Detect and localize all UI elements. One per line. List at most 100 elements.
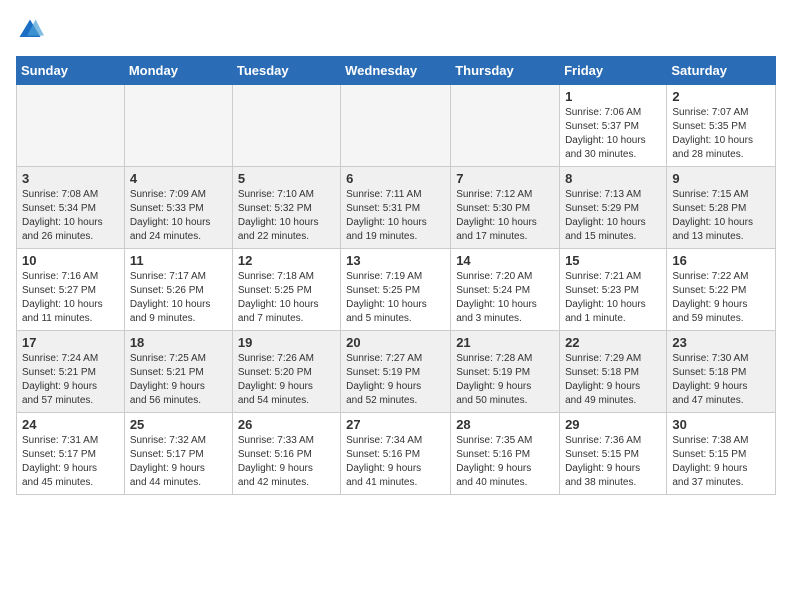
day-number: 10 xyxy=(22,253,119,268)
day-number: 21 xyxy=(456,335,554,350)
calendar-cell: 3 Sunrise: 7:08 AM Sunset: 5:34 PM Daylig… xyxy=(17,167,125,249)
day-info: Sunrise: 7:25 AM Sunset: 5:21 PM Dayligh… xyxy=(130,352,227,408)
day-number: 22 xyxy=(565,335,661,350)
day-info: Sunrise: 7:07 AM Sunset: 5:35 PM Dayligh… xyxy=(672,106,770,162)
day-info: Sunrise: 7:26 AM Sunset: 5:20 PM Dayligh… xyxy=(238,352,335,408)
day-info: Sunrise: 7:29 AM Sunset: 5:18 PM Dayligh… xyxy=(565,352,661,408)
day-info: Sunrise: 7:12 AM Sunset: 5:30 PM Dayligh… xyxy=(456,188,554,244)
calendar-cell xyxy=(341,85,451,167)
weekday-header-row: SundayMondayTuesdayWednesdayThursdayFrid… xyxy=(17,57,776,85)
day-number: 15 xyxy=(565,253,661,268)
day-number: 28 xyxy=(456,417,554,432)
calendar-cell: 1 Sunrise: 7:06 AM Sunset: 5:37 PM Daylig… xyxy=(560,85,667,167)
calendar-cell: 7 Sunrise: 7:12 AM Sunset: 5:30 PM Daylig… xyxy=(451,167,560,249)
day-info: Sunrise: 7:20 AM Sunset: 5:24 PM Dayligh… xyxy=(456,270,554,326)
day-number: 26 xyxy=(238,417,335,432)
weekday-header-monday: Monday xyxy=(124,57,232,85)
calendar-cell: 17Sunrise: 7:24 AM Sunset: 5:21 PM Dayli… xyxy=(17,331,125,413)
day-info: Sunrise: 7:33 AM Sunset: 5:16 PM Dayligh… xyxy=(238,434,335,490)
calendar: SundayMondayTuesdayWednesdayThursdayFrid… xyxy=(16,56,776,495)
day-info: Sunrise: 7:06 AM Sunset: 5:37 PM Dayligh… xyxy=(565,106,661,162)
day-number: 13 xyxy=(346,253,445,268)
calendar-cell: 27 Sunrise: 7:34 AM Sunset: 5:16 PM Dayli… xyxy=(341,413,451,495)
day-number: 2 xyxy=(672,89,770,104)
calendar-cell: 29 Sunrise: 7:36 AM Sunset: 5:15 PM Dayli… xyxy=(560,413,667,495)
page-header xyxy=(16,16,776,44)
calendar-week-row: 3 Sunrise: 7:08 AM Sunset: 5:34 PM Daylig… xyxy=(17,167,776,249)
day-number: 17 xyxy=(22,335,119,350)
day-number: 25 xyxy=(130,417,227,432)
day-number: 12 xyxy=(238,253,335,268)
day-info: Sunrise: 7:08 AM Sunset: 5:34 PM Dayligh… xyxy=(22,188,119,244)
day-info: Sunrise: 7:21 AM Sunset: 5:23 PM Dayligh… xyxy=(565,270,661,326)
day-info: Sunrise: 7:10 AM Sunset: 5:32 PM Dayligh… xyxy=(238,188,335,244)
calendar-cell: 18Sunrise: 7:25 AM Sunset: 5:21 PM Dayli… xyxy=(124,331,232,413)
calendar-cell xyxy=(232,85,340,167)
calendar-week-row: 24 Sunrise: 7:31 AM Sunset: 5:17 PM Dayli… xyxy=(17,413,776,495)
calendar-cell: 5 Sunrise: 7:10 AM Sunset: 5:32 PM Daylig… xyxy=(232,167,340,249)
weekday-header-tuesday: Tuesday xyxy=(232,57,340,85)
day-number: 27 xyxy=(346,417,445,432)
logo-icon xyxy=(16,16,44,44)
calendar-cell: 19 Sunrise: 7:26 AM Sunset: 5:20 PM Dayli… xyxy=(232,331,340,413)
day-number: 14 xyxy=(456,253,554,268)
day-info: Sunrise: 7:31 AM Sunset: 5:17 PM Dayligh… xyxy=(22,434,119,490)
calendar-cell: 12 Sunrise: 7:18 AM Sunset: 5:25 PM Dayli… xyxy=(232,249,340,331)
calendar-week-row: 1 Sunrise: 7:06 AM Sunset: 5:37 PM Daylig… xyxy=(17,85,776,167)
day-info: Sunrise: 7:18 AM Sunset: 5:25 PM Dayligh… xyxy=(238,270,335,326)
day-info: Sunrise: 7:35 AM Sunset: 5:16 PM Dayligh… xyxy=(456,434,554,490)
day-number: 16 xyxy=(672,253,770,268)
calendar-cell: 25 Sunrise: 7:32 AM Sunset: 5:17 PM Dayli… xyxy=(124,413,232,495)
calendar-cell xyxy=(17,85,125,167)
calendar-cell: 10 Sunrise: 7:16 AM Sunset: 5:27 PM Dayli… xyxy=(17,249,125,331)
day-info: Sunrise: 7:27 AM Sunset: 5:19 PM Dayligh… xyxy=(346,352,445,408)
day-number: 30 xyxy=(672,417,770,432)
day-info: Sunrise: 7:13 AM Sunset: 5:29 PM Dayligh… xyxy=(565,188,661,244)
calendar-cell: 2 Sunrise: 7:07 AM Sunset: 5:35 PM Daylig… xyxy=(667,85,776,167)
day-number: 24 xyxy=(22,417,119,432)
day-info: Sunrise: 7:36 AM Sunset: 5:15 PM Dayligh… xyxy=(565,434,661,490)
calendar-cell: 20 Sunrise: 7:27 AM Sunset: 5:19 PM Dayli… xyxy=(341,331,451,413)
day-number: 20 xyxy=(346,335,445,350)
day-info: Sunrise: 7:16 AM Sunset: 5:27 PM Dayligh… xyxy=(22,270,119,326)
day-info: Sunrise: 7:30 AM Sunset: 5:18 PM Dayligh… xyxy=(672,352,770,408)
day-info: Sunrise: 7:38 AM Sunset: 5:15 PM Dayligh… xyxy=(672,434,770,490)
calendar-cell: 30 Sunrise: 7:38 AM Sunset: 5:15 PM Dayli… xyxy=(667,413,776,495)
day-number: 23 xyxy=(672,335,770,350)
day-number: 3 xyxy=(22,171,119,186)
calendar-cell: 14 Sunrise: 7:20 AM Sunset: 5:24 PM Dayli… xyxy=(451,249,560,331)
day-info: Sunrise: 7:32 AM Sunset: 5:17 PM Dayligh… xyxy=(130,434,227,490)
calendar-cell: 15 Sunrise: 7:21 AM Sunset: 5:23 PM Dayli… xyxy=(560,249,667,331)
calendar-cell: 4Sunrise: 7:09 AM Sunset: 5:33 PM Daylig… xyxy=(124,167,232,249)
day-info: Sunrise: 7:17 AM Sunset: 5:26 PM Dayligh… xyxy=(130,270,227,326)
calendar-cell: 6Sunrise: 7:11 AM Sunset: 5:31 PM Daylig… xyxy=(341,167,451,249)
calendar-cell xyxy=(451,85,560,167)
calendar-cell: 24 Sunrise: 7:31 AM Sunset: 5:17 PM Dayli… xyxy=(17,413,125,495)
weekday-header-thursday: Thursday xyxy=(451,57,560,85)
day-number: 11 xyxy=(130,253,227,268)
day-number: 29 xyxy=(565,417,661,432)
day-info: Sunrise: 7:09 AM Sunset: 5:33 PM Dayligh… xyxy=(130,188,227,244)
day-number: 19 xyxy=(238,335,335,350)
weekday-header-saturday: Saturday xyxy=(667,57,776,85)
calendar-cell: 13 Sunrise: 7:19 AM Sunset: 5:25 PM Dayli… xyxy=(341,249,451,331)
calendar-week-row: 10 Sunrise: 7:16 AM Sunset: 5:27 PM Dayli… xyxy=(17,249,776,331)
calendar-cell xyxy=(124,85,232,167)
day-info: Sunrise: 7:34 AM Sunset: 5:16 PM Dayligh… xyxy=(346,434,445,490)
calendar-cell: 26 Sunrise: 7:33 AM Sunset: 5:16 PM Dayli… xyxy=(232,413,340,495)
logo xyxy=(16,16,48,44)
day-number: 9 xyxy=(672,171,770,186)
weekday-header-sunday: Sunday xyxy=(17,57,125,85)
calendar-cell: 21 Sunrise: 7:28 AM Sunset: 5:19 PM Dayli… xyxy=(451,331,560,413)
calendar-cell: 16 Sunrise: 7:22 AM Sunset: 5:22 PM Dayli… xyxy=(667,249,776,331)
calendar-cell: 23 Sunrise: 7:30 AM Sunset: 5:18 PM Dayli… xyxy=(667,331,776,413)
day-info: Sunrise: 7:22 AM Sunset: 5:22 PM Dayligh… xyxy=(672,270,770,326)
day-number: 5 xyxy=(238,171,335,186)
day-info: Sunrise: 7:28 AM Sunset: 5:19 PM Dayligh… xyxy=(456,352,554,408)
day-number: 1 xyxy=(565,89,661,104)
day-number: 7 xyxy=(456,171,554,186)
calendar-cell: 22 Sunrise: 7:29 AM Sunset: 5:18 PM Dayli… xyxy=(560,331,667,413)
day-info: Sunrise: 7:15 AM Sunset: 5:28 PM Dayligh… xyxy=(672,188,770,244)
calendar-cell: 9 Sunrise: 7:15 AM Sunset: 5:28 PM Daylig… xyxy=(667,167,776,249)
day-info: Sunrise: 7:19 AM Sunset: 5:25 PM Dayligh… xyxy=(346,270,445,326)
